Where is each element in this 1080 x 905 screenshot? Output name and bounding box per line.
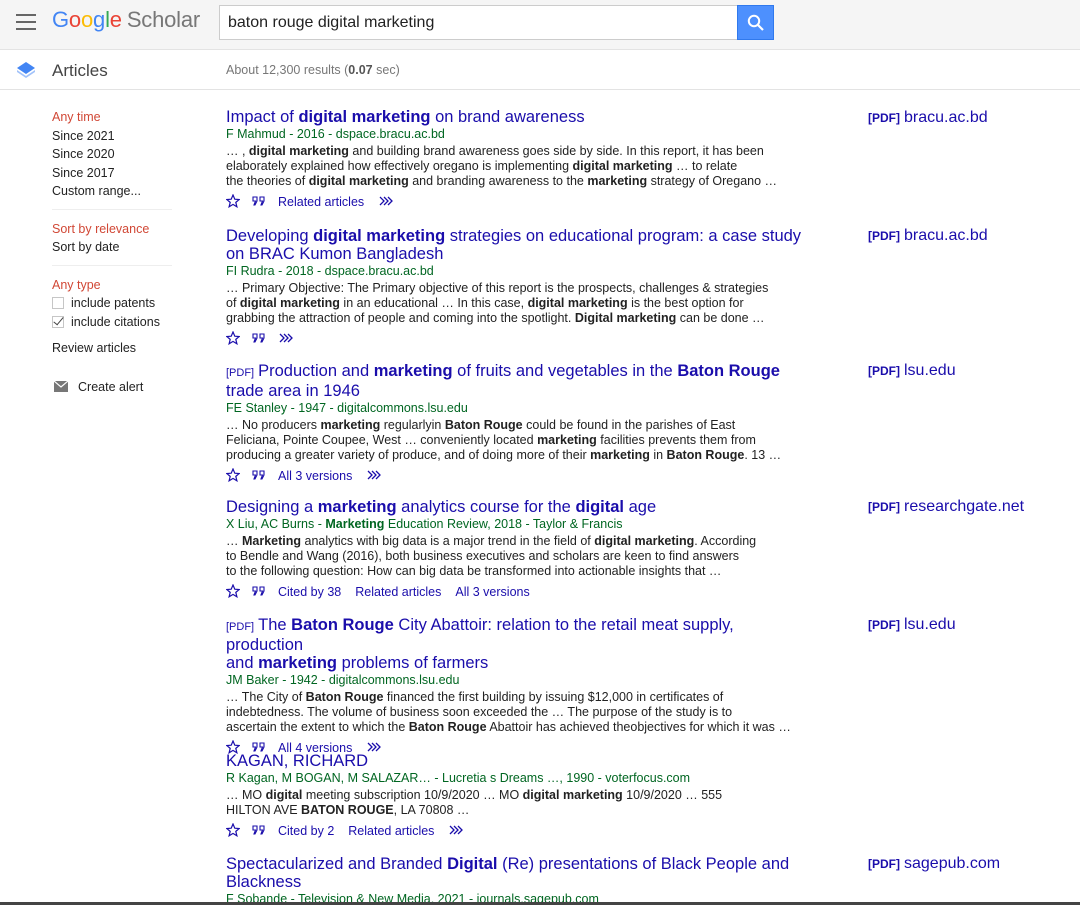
more-chevron-icon[interactable] [278,331,294,347]
search-icon [747,14,764,31]
pdf-source-link[interactable]: [PDF] lsu.edu [868,362,956,380]
result-item: Impact of digital marketing on brand awa… [225,108,806,210]
pdf-source-link[interactable]: [PDF] lsu.edu [868,616,956,634]
result-meta: X Liu, AC Burns - Marketing Education Re… [226,517,623,531]
checkbox-icon [52,297,64,310]
hamburger-menu-icon[interactable] [16,14,36,30]
cited-by-link[interactable]: Cited by 2 [278,824,334,838]
save-star-icon[interactable] [225,467,242,484]
result-meta: JM Baker - 1942 - digitalcommons.lsu.edu [226,673,460,687]
pdf-source-link[interactable]: [PDF] bracu.ac.bd [868,109,988,127]
include-citations-checkbox[interactable]: include citations [52,313,177,332]
save-star-icon[interactable] [225,330,242,347]
result-item: [PDF] Production and marketing of fruits … [225,362,806,484]
filter-since-2021[interactable]: Since 2021 [52,127,177,146]
include-patents-checkbox[interactable]: include patents [52,294,177,313]
result-title[interactable]: Developing digital marketing strategies … [226,227,806,263]
result-snippet: … MO digital meeting subscription 10/9/2… [226,788,723,817]
result-snippet: … Marketing analytics with big data is a… [226,534,757,578]
all-versions-link[interactable]: All 3 versions [455,585,529,599]
cite-quote-icon[interactable] [252,823,268,839]
divider [52,208,172,210]
cite-quote-icon[interactable] [252,331,268,347]
result-item: KAGAN, RICHARD R Kagan, M BOGAN, M SALAZ… [225,752,806,839]
related-articles-link[interactable]: Related articles [278,195,364,209]
sort-by-date[interactable]: Sort by date [52,238,177,257]
result-title[interactable]: KAGAN, RICHARD [226,752,806,770]
cite-quote-icon[interactable] [252,468,268,484]
related-articles-link[interactable]: Related articles [355,585,441,599]
divider [52,264,172,266]
create-alert-link[interactable]: Create alert [52,380,177,394]
result-snippet: … No producers marketing regularlyin Bat… [226,418,782,462]
more-chevron-icon[interactable] [366,468,382,484]
top-bar: Google Scholar [0,0,1080,50]
section-title: Articles [52,61,108,80]
articles-icon [17,62,35,78]
save-star-icon[interactable] [225,193,242,210]
review-articles-link[interactable]: Review articles [52,339,177,358]
result-item: Spectacularized and Branded Digital (Re)… [226,855,806,905]
result-meta: R Kagan, M BOGAN, M SALAZAR… - Lucretia … [226,771,691,785]
result-item: Designing a marketing analytics course f… [225,498,806,600]
cite-quote-icon[interactable] [252,584,268,600]
result-title[interactable]: Impact of digital marketing on brand awa… [226,108,806,126]
filter-since-2020[interactable]: Since 2020 [52,145,177,164]
all-versions-link[interactable]: All 3 versions [278,469,352,483]
filter-any-time[interactable]: Any time [52,108,177,127]
result-snippet: … The City of Baton Rouge financed the f… [226,690,791,734]
sub-bar: Articles About 12,300 results (0.07 sec) [0,51,1080,90]
result-meta: F Mahmud - 2016 - dspace.bracu.ac.bd [226,127,445,141]
related-articles-link[interactable]: Related articles [348,824,434,838]
result-meta: FI Rudra - 2018 - dspace.bracu.ac.bd [226,264,434,278]
sidebar: Any time Since 2021 Since 2020 Since 201… [52,108,177,394]
result-title[interactable]: Designing a marketing analytics course f… [226,498,806,516]
search-button[interactable] [737,5,774,40]
result-title[interactable]: Spectacularized and Branded Digital (Re)… [226,855,806,891]
save-star-icon[interactable] [225,583,242,600]
result-item: Developing digital marketing strategies … [225,227,806,347]
result-item: [PDF] The Baton Rouge City Abattoir: rela… [225,616,806,756]
cite-quote-icon[interactable] [252,194,268,210]
cited-by-link[interactable]: Cited by 38 [278,585,341,599]
filter-custom-range[interactable]: Custom range... [52,182,177,201]
pdf-source-link[interactable]: [PDF] sagepub.com [868,855,1000,873]
search-input[interactable] [219,5,738,40]
filter-any-type[interactable]: Any type [52,276,177,295]
filter-since-2017[interactable]: Since 2017 [52,164,177,183]
result-title[interactable]: [PDF] The Baton Rouge City Abattoir: rela… [226,616,806,672]
checkbox-checked-icon [52,315,64,328]
sort-by-relevance[interactable]: Sort by relevance [52,220,177,239]
more-chevron-icon[interactable] [378,194,394,210]
result-title[interactable]: [PDF] Production and marketing of fruits … [226,362,806,400]
more-chevron-icon[interactable] [448,823,464,839]
mail-icon [54,381,68,392]
results-count: About 12,300 results (0.07 sec) [226,63,400,77]
result-snippet: … , digital marketing and building brand… [226,144,778,188]
pdf-source-link[interactable]: [PDF] researchgate.net [868,498,1024,516]
result-snippet: … Primary Objective: The Primary objecti… [226,281,769,325]
google-scholar-logo[interactable]: Google Scholar [52,7,200,33]
result-meta: FE Stanley - 1947 - digitalcommons.lsu.e… [226,401,468,415]
save-star-icon[interactable] [225,822,242,839]
pdf-source-link[interactable]: [PDF] bracu.ac.bd [868,227,988,245]
